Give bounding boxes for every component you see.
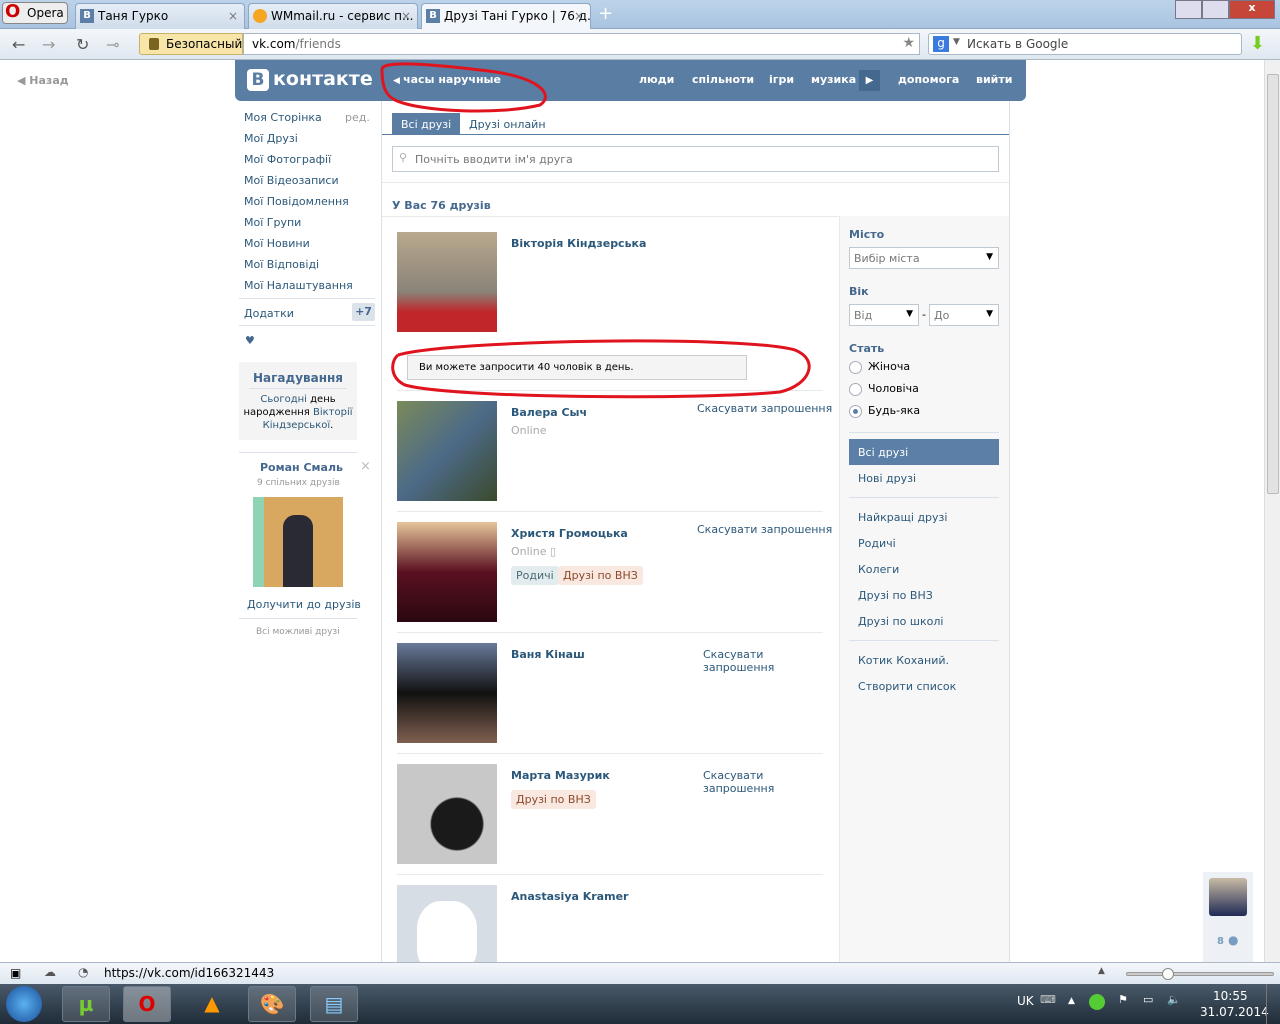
clock-date[interactable]: 31.07.2014: [1200, 1005, 1269, 1019]
language-indicator[interactable]: UK: [1017, 994, 1034, 1008]
tray-expand-icon[interactable]: ▲: [1068, 996, 1075, 1006]
panel-toggle-icon[interactable]: ▣: [10, 966, 21, 980]
zoom-up-icon[interactable]: ▲: [1098, 966, 1105, 976]
update-icon[interactable]: [1089, 994, 1105, 1010]
zoom-slider-thumb[interactable]: [1162, 968, 1174, 980]
action-center-flag-icon[interactable]: ⚑: [1118, 993, 1128, 1006]
clock-time[interactable]: 10:55: [1213, 989, 1248, 1003]
annotation-ellipse-status: [380, 62, 547, 113]
windows-taskbar: µ O ▲ 🎨 ▤ UK ⌨ ▲ ⚑ ▭ 🔈 10:55 31.07.2014: [0, 984, 1280, 1024]
cloud-icon[interactable]: ☁: [44, 965, 56, 979]
utorrent-taskbar-icon[interactable]: µ: [62, 986, 110, 1022]
red-annotations: [380, 62, 811, 399]
start-button[interactable]: [6, 986, 42, 1022]
paint-taskbar-icon[interactable]: 🎨: [248, 986, 296, 1022]
speed-dial-icon[interactable]: ◔: [78, 965, 88, 979]
aimp-taskbar-icon[interactable]: ▲: [188, 986, 236, 1022]
keyboard-icon[interactable]: ⌨: [1040, 993, 1056, 1006]
show-desktop-button[interactable]: [1266, 984, 1280, 1024]
network-icon[interactable]: ▭: [1143, 993, 1153, 1006]
notepad-taskbar-icon[interactable]: ▤: [310, 986, 358, 1022]
opera-taskbar-icon[interactable]: O: [123, 986, 171, 1022]
zoom-slider[interactable]: [1126, 968, 1274, 980]
annotation-ellipse-notice: [391, 339, 811, 399]
status-bar: ▣ ☁ ◔ https://vk.com/id166321443 ▲: [0, 962, 1280, 984]
status-url: https://vk.com/id166321443: [104, 966, 275, 980]
volume-icon[interactable]: 🔈: [1167, 993, 1181, 1006]
